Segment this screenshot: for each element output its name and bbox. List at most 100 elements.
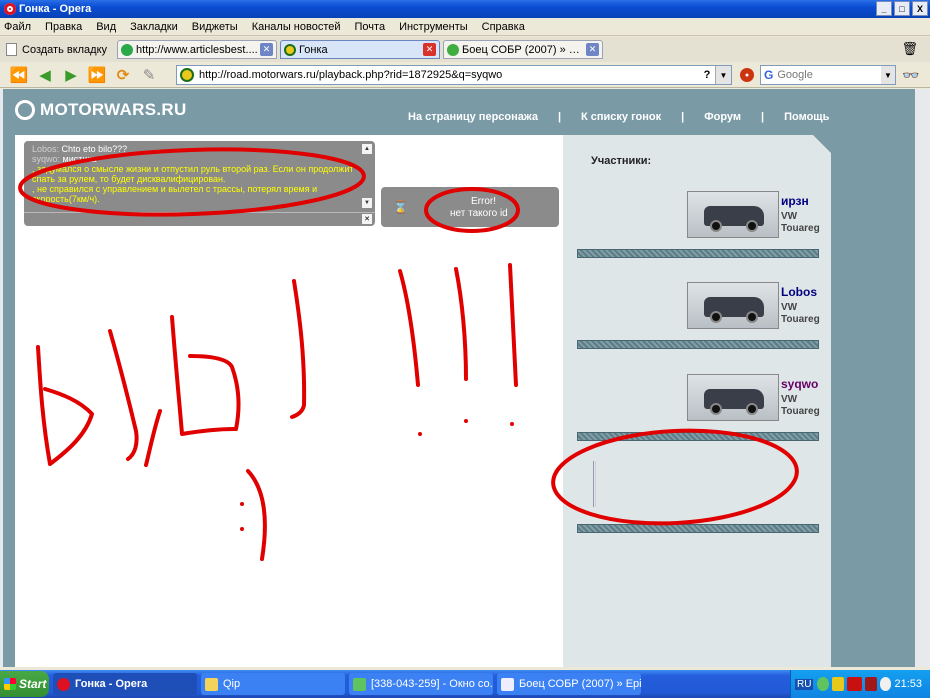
popup-blocker-icon[interactable]: ● bbox=[740, 68, 754, 82]
address-bar[interactable]: http://road.motorwars.ru/playback.php?ri… bbox=[176, 65, 732, 85]
tab-label: Боец СОБР (2007) » Epi... bbox=[462, 43, 587, 56]
back-button[interactable]: ◀ bbox=[34, 65, 56, 85]
forward-button[interactable]: ▶ bbox=[60, 65, 82, 85]
reload-button[interactable]: ⟳ bbox=[112, 65, 134, 85]
task-opera[interactable]: Гонка - Opera bbox=[53, 673, 197, 695]
new-tab-button[interactable]: Создать вкладку bbox=[6, 43, 107, 56]
racer-name[interactable]: Lobos bbox=[781, 285, 817, 299]
chat-box: Lobos: Chto eto bilo??? syqwo: мистика ,… bbox=[24, 141, 375, 226]
search-input[interactable]: Google bbox=[777, 69, 881, 81]
task-chat-window[interactable]: [338-043-259] - Окно со... bbox=[349, 673, 493, 695]
tab-bar: Создать вкладку http://www.articlesbest.… bbox=[0, 37, 930, 62]
racer-progress-bar bbox=[577, 249, 819, 258]
windows-flag-icon bbox=[4, 678, 16, 690]
system-tray: RU 21:53 bbox=[790, 670, 930, 698]
language-indicator[interactable]: RU bbox=[795, 678, 814, 690]
racer-card[interactable]: ирзн VW Touareg bbox=[687, 191, 827, 241]
car-image bbox=[687, 282, 779, 329]
navigation-bar: ⏪ ◀ ▶ ⏩ ⟳ ✎ http://road.motorwars.ru/pla… bbox=[0, 63, 930, 88]
menu-edit[interactable]: Правка bbox=[45, 21, 82, 33]
error-text: нет такого id bbox=[450, 208, 508, 219]
nav-character-link[interactable]: На страницу персонажа bbox=[408, 111, 538, 123]
close-tab-icon[interactable]: ✕ bbox=[260, 43, 274, 56]
google-icon: G bbox=[764, 68, 774, 82]
nav-help-link[interactable]: Помощь bbox=[784, 111, 829, 123]
error-box: ⌛ Error! нет такого id bbox=[381, 187, 559, 227]
menu-tools[interactable]: Инструменты bbox=[399, 21, 468, 33]
close-tab-icon[interactable]: ✕ bbox=[423, 43, 437, 56]
scroll-down-icon[interactable]: ▼ bbox=[362, 198, 372, 208]
menu-file[interactable]: Файл bbox=[4, 21, 31, 33]
racer-progress-bar bbox=[577, 340, 819, 349]
close-tab-icon[interactable]: ✕ bbox=[586, 43, 600, 56]
logo-ring-icon bbox=[15, 100, 35, 120]
menu-view[interactable]: Вид bbox=[96, 21, 116, 33]
racer-name[interactable]: ирзн bbox=[781, 194, 809, 208]
search-box[interactable]: G Google ▼ bbox=[760, 65, 896, 85]
tab-sobr[interactable]: Боец СОБР (2007) » Epi... ✕ bbox=[443, 40, 604, 59]
chat-line: syqwo: мистика bbox=[24, 154, 375, 164]
task-label: Боец СОБР (2007) » Epi... bbox=[519, 678, 641, 690]
start-button[interactable]: Start bbox=[0, 671, 49, 697]
system-message: , задумался о смысле жизни и отпустил ру… bbox=[32, 164, 354, 184]
site-logo[interactable]: MOTORWARS.RU bbox=[15, 100, 187, 120]
window-controls: _ □ X bbox=[876, 1, 928, 16]
logo-text: MOTORWARS.RU bbox=[40, 100, 187, 119]
page-viewport: MOTORWARS.RU На страницу персонажа | К с… bbox=[0, 89, 930, 667]
site-nav: На страницу персонажа | К списку гонок |… bbox=[408, 111, 829, 123]
close-chat-icon[interactable]: ✕ bbox=[362, 214, 372, 224]
menu-feeds[interactable]: Каналы новостей bbox=[252, 21, 341, 33]
hourglass-icon: ⌛ bbox=[393, 200, 408, 214]
taskbar: Start Гонка - Opera Qip [338-043-259] - … bbox=[0, 670, 930, 698]
site-favicon-icon bbox=[447, 43, 460, 56]
new-page-icon bbox=[6, 43, 17, 56]
tab-articles[interactable]: http://www.articlesbest.... ✕ bbox=[117, 40, 278, 59]
help-icon[interactable]: ? bbox=[699, 69, 715, 81]
chat-window-icon bbox=[353, 677, 366, 691]
fast-forward-button[interactable]: ⏩ bbox=[86, 65, 108, 85]
racer-card[interactable]: Lobos VW Touareg bbox=[687, 282, 827, 332]
tab-race[interactable]: Гонка ✕ bbox=[280, 40, 441, 59]
task-sobr[interactable]: Боец СОБР (2007) » Epi... bbox=[497, 673, 641, 695]
tray-app-icon[interactable] bbox=[879, 677, 892, 691]
edit-icon[interactable]: ✎ bbox=[138, 65, 160, 85]
nav-forum-link[interactable]: Форум bbox=[704, 111, 741, 123]
trash-icon[interactable]: 🗑 bbox=[901, 41, 918, 57]
ati-icon[interactable] bbox=[846, 677, 862, 691]
racer-name[interactable]: syqwo bbox=[781, 377, 818, 391]
task-qip[interactable]: Qip bbox=[201, 673, 345, 695]
menu-bookmarks[interactable]: Закладки bbox=[130, 21, 178, 33]
new-tab-label: Создать вкладку bbox=[22, 43, 108, 56]
menu-help[interactable]: Справка bbox=[482, 21, 525, 33]
participants-panel: Участники: ирзн VW Touareg Lobos VW Toua… bbox=[563, 135, 831, 667]
address-input[interactable]: http://road.motorwars.ru/playback.php?ri… bbox=[199, 69, 699, 81]
tab-label: Гонка bbox=[299, 43, 328, 56]
minimize-button[interactable]: _ bbox=[876, 1, 892, 16]
chat-line: Lobos: Chto eto bilo??? bbox=[24, 144, 375, 154]
chevron-down-icon[interactable]: ▼ bbox=[715, 66, 731, 84]
site-icon bbox=[180, 68, 194, 82]
scroll-up-icon[interactable]: ▲ bbox=[362, 144, 372, 154]
chat-nick: syqwo: bbox=[32, 154, 61, 164]
chat-nick: Lobos: bbox=[32, 144, 60, 154]
nav-separator: | bbox=[681, 111, 685, 123]
chat-message: Chto eto bilo??? bbox=[61, 144, 128, 154]
close-button[interactable]: X bbox=[912, 1, 928, 16]
qip-flower-icon[interactable] bbox=[817, 677, 830, 691]
clock: 21:53 bbox=[894, 678, 922, 690]
car-image bbox=[687, 191, 779, 238]
zoom-glasses-icon[interactable]: 👓 bbox=[902, 67, 919, 84]
rewind-button[interactable]: ⏪ bbox=[8, 65, 30, 85]
car-image bbox=[687, 374, 779, 421]
document-icon bbox=[501, 677, 514, 691]
maximize-button[interactable]: □ bbox=[894, 1, 910, 16]
menu-mail[interactable]: Почта bbox=[355, 21, 386, 33]
antivirus-shield-icon[interactable] bbox=[865, 677, 877, 691]
chevron-down-icon[interactable]: ▼ bbox=[881, 66, 895, 84]
racer-card[interactable]: syqwo VW Touareg bbox=[687, 374, 827, 424]
network-icon[interactable] bbox=[832, 677, 844, 691]
site-favicon-icon bbox=[284, 43, 297, 56]
nav-races-link[interactable]: К списку гонок bbox=[581, 111, 661, 123]
chat-scrollbar[interactable]: ▲ ▼ bbox=[362, 144, 372, 208]
menu-widgets[interactable]: Виджеты bbox=[192, 21, 238, 33]
